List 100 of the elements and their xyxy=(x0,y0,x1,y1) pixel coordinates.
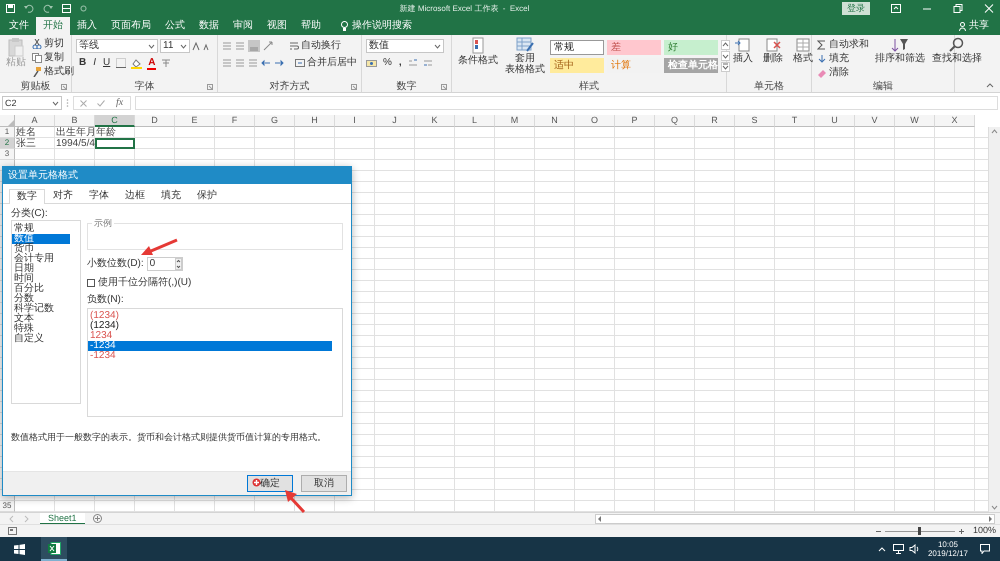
negative-number-option[interactable]: 1234 xyxy=(88,331,332,341)
column-header[interactable]: H xyxy=(295,115,335,127)
percent-button[interactable]: % xyxy=(382,56,393,70)
menu-tab[interactable]: 视图 xyxy=(260,17,294,35)
column-header[interactable]: E xyxy=(175,115,215,127)
cells-button[interactable]: 删除 xyxy=(761,37,785,81)
cut-button[interactable]: 剪切 xyxy=(31,37,75,51)
column-header[interactable]: T xyxy=(775,115,815,127)
menu-tab[interactable]: 帮助 xyxy=(294,17,328,35)
dialog-tab[interactable]: 字体 xyxy=(81,188,117,203)
column-header[interactable]: L xyxy=(455,115,495,127)
cell-style-option[interactable]: 适中 xyxy=(550,58,604,73)
zoom-level[interactable]: 100% xyxy=(972,524,996,538)
menu-tab[interactable]: 审阅 xyxy=(226,17,260,35)
column-header[interactable]: A xyxy=(15,115,55,127)
column-header[interactable]: Q xyxy=(655,115,695,127)
column-header[interactable]: C xyxy=(95,115,135,127)
column-header[interactable]: W xyxy=(895,115,935,127)
dialog-tab[interactable]: 数字 xyxy=(9,189,45,204)
insert-function-button[interactable]: fx xyxy=(115,96,124,110)
category-item[interactable]: 分数 xyxy=(12,294,70,304)
table-cell[interactable]: 1994/5/4 xyxy=(55,138,95,149)
autosum-button[interactable]: 自动求和 xyxy=(816,38,870,52)
category-item[interactable]: 自定义 xyxy=(12,334,70,344)
negative-number-option[interactable]: -1234 xyxy=(88,341,332,351)
sort-filter-button[interactable]: 排序和筛选 xyxy=(873,37,927,81)
column-header[interactable]: P xyxy=(615,115,655,127)
category-item[interactable]: 科学记数 xyxy=(12,304,70,314)
column-header[interactable]: I xyxy=(335,115,375,127)
column-header[interactable]: M xyxy=(495,115,535,127)
menu-tab[interactable]: 开始 xyxy=(36,17,70,35)
wrap-text-button[interactable]: 自动换行 xyxy=(288,39,342,53)
comma-button[interactable]: , xyxy=(398,56,403,70)
underline-button[interactable]: U xyxy=(102,56,112,70)
cancel-button[interactable]: 取消 xyxy=(301,475,347,492)
menu-tab[interactable]: 公式 xyxy=(158,17,192,35)
find-select-button[interactable]: 查找和选择 xyxy=(930,37,984,81)
category-item[interactable]: 文本 xyxy=(12,314,70,324)
ok-button[interactable]: 确定 xyxy=(247,475,293,492)
column-header[interactable]: D xyxy=(135,115,175,127)
row-header[interactable]: 1 xyxy=(0,127,15,138)
menu-tab[interactable]: 文件 xyxy=(2,17,36,35)
merge-center-button[interactable]: 合并后居中 xyxy=(294,56,358,70)
negative-numbers-list[interactable]: (1234) (1234) 1234 -1234 -1234 xyxy=(87,308,343,417)
table-cell[interactable]: 出生年月 xyxy=(55,127,95,138)
negative-number-option[interactable]: (1234) xyxy=(88,311,332,321)
negative-number-option[interactable]: -1234 xyxy=(88,351,332,361)
row-header[interactable]: 3 xyxy=(0,149,15,160)
table-format-button[interactable]: 套用 表格格式 xyxy=(503,37,547,81)
menu-tab[interactable]: 数据 xyxy=(192,17,226,35)
column-header[interactable]: G xyxy=(255,115,295,127)
sheet-tab[interactable]: Sheet1 xyxy=(40,512,85,524)
menu-tab[interactable]: 页面布局 xyxy=(104,17,158,35)
cells-button[interactable]: 格式 xyxy=(791,37,815,81)
negative-number-option[interactable]: (1234) xyxy=(88,321,332,331)
decimal-places-spinner[interactable]: 0 xyxy=(146,256,183,270)
category-item[interactable]: 会计专用 xyxy=(12,254,70,264)
column-header[interactable]: K xyxy=(415,115,455,127)
table-cell[interactable]: 姓名 xyxy=(15,127,55,138)
number-format-field[interactable]: 数值 xyxy=(366,39,444,53)
share-button[interactable]: 共享 xyxy=(952,17,996,35)
cell-style-option[interactable]: 好 xyxy=(664,40,718,55)
row-header[interactable]: 35 xyxy=(0,501,15,512)
column-header[interactable]: B xyxy=(55,115,95,127)
row-header[interactable]: 2 xyxy=(0,138,15,149)
font-color-button[interactable]: A xyxy=(147,56,156,70)
conditional-format-button[interactable]: 条件格式 xyxy=(456,37,500,81)
category-item[interactable]: 货币 xyxy=(12,244,70,254)
dialog-tab[interactable]: 对齐 xyxy=(45,188,81,203)
dialog-tab[interactable]: 边框 xyxy=(117,188,153,203)
table-cell[interactable]: 年龄 xyxy=(95,127,135,138)
table-cell[interactable]: 张三 xyxy=(15,138,55,149)
column-header[interactable]: R xyxy=(695,115,735,127)
format-painter-button[interactable]: 格式刷 xyxy=(31,65,75,79)
category-item[interactable]: 特殊 xyxy=(12,324,70,334)
bold-button[interactable]: B xyxy=(78,56,88,70)
copy-button[interactable]: 复制 xyxy=(31,51,75,65)
tell-me-search[interactable]: 操作说明搜索 xyxy=(334,17,419,35)
column-header[interactable]: X xyxy=(935,115,975,127)
column-header[interactable]: J xyxy=(375,115,415,127)
font-size-field[interactable]: 11 xyxy=(160,39,190,53)
name-box[interactable]: C2 xyxy=(2,96,62,110)
column-header[interactable]: F xyxy=(215,115,255,127)
column-header[interactable]: U xyxy=(815,115,855,127)
category-item[interactable]: 时间 xyxy=(12,274,70,284)
category-item[interactable]: 日期 xyxy=(12,264,70,274)
cell-style-option[interactable]: 常规 xyxy=(550,40,604,55)
menu-tab[interactable]: 插入 xyxy=(70,17,104,35)
category-item[interactable]: 百分比 xyxy=(12,284,70,294)
column-header[interactable]: V xyxy=(855,115,895,127)
sign-in-button[interactable]: 登录 xyxy=(842,2,870,15)
column-header[interactable]: O xyxy=(575,115,615,127)
cells-button[interactable]: 插入 xyxy=(731,37,755,81)
fill-button[interactable]: 填充 xyxy=(816,52,870,66)
font-name-field[interactable]: 等线 xyxy=(76,39,158,53)
clear-button[interactable]: 清除 xyxy=(816,66,870,80)
category-item[interactable]: 常规 xyxy=(12,224,70,234)
column-header[interactable]: N xyxy=(535,115,575,127)
italic-button[interactable]: I xyxy=(92,56,98,70)
column-header[interactable]: S xyxy=(735,115,775,127)
